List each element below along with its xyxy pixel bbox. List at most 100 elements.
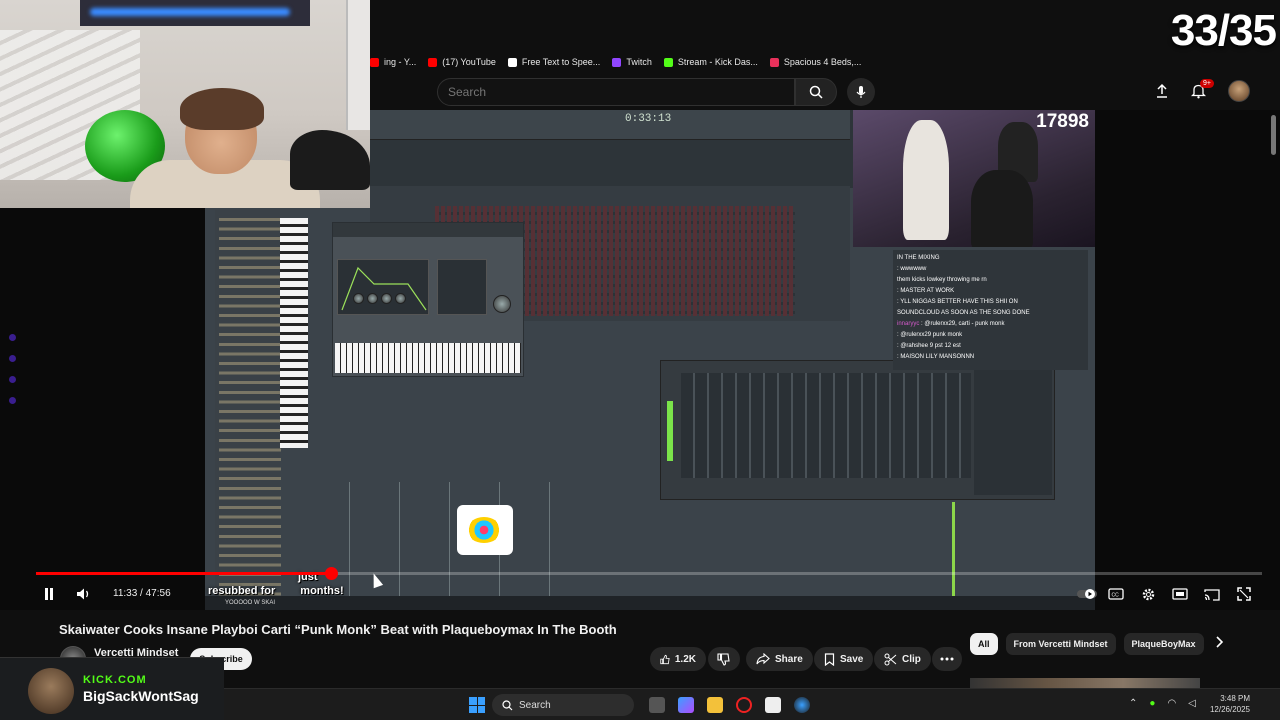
settings-button[interactable] — [1137, 583, 1159, 605]
related-video-thumbnail[interactable] — [970, 678, 1200, 688]
bookmark-text-to-speech[interactable]: Free Text to Spee... — [507, 57, 600, 67]
kick-username: BigSackWontSag — [83, 688, 199, 704]
daw-browser-list — [219, 218, 281, 608]
gear-icon — [1142, 588, 1154, 600]
speaker-icon[interactable]: ◁ — [1188, 698, 1196, 709]
chip-from-channel[interactable]: From Vercetti Mindset — [1005, 633, 1116, 655]
voice-search-button[interactable] — [847, 78, 875, 106]
side-dots — [0, 320, 28, 420]
search-icon — [502, 699, 513, 710]
mute-button[interactable] — [73, 583, 95, 605]
mixer-fx-panel — [974, 365, 1052, 495]
attack-knob — [353, 293, 364, 304]
bookmark-youtube[interactable]: (17) YouTube — [428, 57, 496, 67]
daw-toolbar: 0:33:13 — [370, 110, 850, 140]
related-chips: All From Vercetti Mindset PlaqueBoyMax — [970, 633, 1204, 655]
bookmark-twitch[interactable]: Twitch — [612, 57, 652, 67]
share-icon — [756, 653, 770, 665]
streamer-webcam — [0, 0, 370, 208]
youtube-icon — [370, 57, 379, 67]
pause-icon — [45, 588, 53, 600]
viewer-count: 17898 — [1036, 111, 1089, 132]
taskbar-clock[interactable]: 3:48 PM 12/26/2025 — [1210, 693, 1250, 715]
youtube-icon — [428, 57, 438, 67]
kick-site-label: KICK.COM — [83, 674, 147, 686]
like-button[interactable]: 1.2K — [650, 647, 706, 671]
upload-button[interactable] — [1155, 83, 1169, 99]
theater-mode-button[interactable] — [1169, 583, 1191, 605]
search-input[interactable] — [438, 79, 794, 105]
player-controls: 11:33 / 47:56 CC — [0, 580, 1280, 608]
time-display: 11:33 / 47:56 — [113, 588, 171, 599]
search-box — [437, 78, 795, 106]
piano-roll-keys — [280, 218, 308, 448]
fullscreen-button[interactable] — [1233, 583, 1255, 605]
chat-message: them kicks lowkey throwing me rn — [897, 277, 987, 283]
home-icon — [769, 57, 779, 67]
task-view-icon[interactable] — [649, 697, 665, 713]
envelope-panel — [337, 259, 429, 315]
file-explorer-icon[interactable] — [707, 697, 723, 713]
notifications-button[interactable]: 9+ — [1191, 79, 1214, 99]
clip-button[interactable]: Clip — [874, 647, 931, 671]
progress-scrubber[interactable] — [325, 567, 338, 580]
kick-sub-logo — [457, 505, 513, 555]
windows-taskbar: Search ⌃ ● ◠ ◁ 3:48 PM 12/26/2025 — [224, 688, 1280, 720]
progress-counter: 33/35 — [1170, 6, 1277, 55]
dislike-button[interactable] — [708, 647, 740, 671]
kick-overlay: KICK.COM BigSackWontSag — [0, 657, 224, 720]
cast-icon — [1204, 588, 1220, 601]
twitch-icon — [612, 57, 622, 67]
settings-app-icon[interactable] — [794, 697, 810, 713]
lfo-panel — [437, 259, 487, 315]
wifi-icon[interactable]: ◠ — [1167, 698, 1176, 709]
bookmark-youtube-partial[interactable]: ing - Y... — [370, 57, 416, 67]
captions-icon: CC — [1108, 588, 1124, 600]
copilot-icon[interactable] — [678, 697, 694, 713]
bookmark-kick[interactable]: Stream - Kick Das... — [663, 57, 758, 67]
chat-message: : MAISON LILY MANSONNN — [897, 354, 975, 360]
more-actions-button[interactable] — [932, 647, 962, 671]
notification-badge: 9+ — [1200, 79, 1214, 88]
chevron-right-icon — [1216, 636, 1224, 648]
app-tray-icon[interactable]: ● — [1149, 698, 1155, 709]
pause-button[interactable] — [38, 583, 60, 605]
chat-message: : @rahshee 9 pst 12 est — [897, 343, 961, 349]
chevron-up-icon[interactable]: ⌃ — [1129, 698, 1137, 709]
sustain-knob — [381, 293, 392, 304]
page-scrollbar[interactable] — [1271, 115, 1276, 155]
autoplay-toggle[interactable] — [1076, 583, 1098, 605]
system-tray: ⌃ ● ◠ ◁ — [1129, 698, 1196, 709]
opera-icon[interactable] — [736, 697, 752, 713]
theater-icon — [1172, 588, 1188, 600]
taskbar-search[interactable]: Search — [492, 694, 634, 716]
person-3 — [971, 170, 1033, 247]
account-avatar[interactable] — [1228, 80, 1250, 102]
share-button[interactable]: Share — [746, 647, 813, 671]
chat-message: : @rulerxx29 punk monk — [897, 332, 963, 338]
save-button[interactable]: Save — [814, 647, 874, 671]
daw-time-readout: 0:33:13 — [625, 113, 672, 125]
plugin-keyboard — [335, 343, 521, 373]
windows-start-button[interactable] — [469, 697, 485, 713]
stream-chat: IN THE MIXING : wwwwww them kicks lowkey… — [893, 250, 1088, 370]
chat-message: : MASTER AT WORK — [897, 288, 955, 294]
dog — [290, 130, 370, 190]
captions-button[interactable]: CC — [1105, 583, 1127, 605]
text-icon — [507, 57, 517, 67]
chat-message: : wwwwww — [897, 266, 927, 272]
chip-all[interactable]: All — [970, 633, 998, 655]
bookmark-spacious[interactable]: Spacious 4 Beds,... — [769, 57, 861, 67]
search-button[interactable] — [795, 78, 837, 106]
chips-next-button[interactable] — [1214, 636, 1230, 652]
cast-button[interactable] — [1201, 583, 1223, 605]
progress-bar[interactable] — [36, 567, 1262, 580]
master-meter — [667, 401, 673, 461]
mixer-strips — [681, 373, 971, 478]
thumbs-up-icon — [660, 654, 670, 664]
fullscreen-icon — [1237, 587, 1251, 601]
chip-plaqueboymax[interactable]: PlaqueBoyMax — [1123, 633, 1204, 655]
release-knob — [395, 293, 406, 304]
store-icon[interactable] — [765, 697, 781, 713]
chat-message: : YLL NIGGAS BETTER HAVE THIS SHII ON — [897, 299, 1018, 305]
